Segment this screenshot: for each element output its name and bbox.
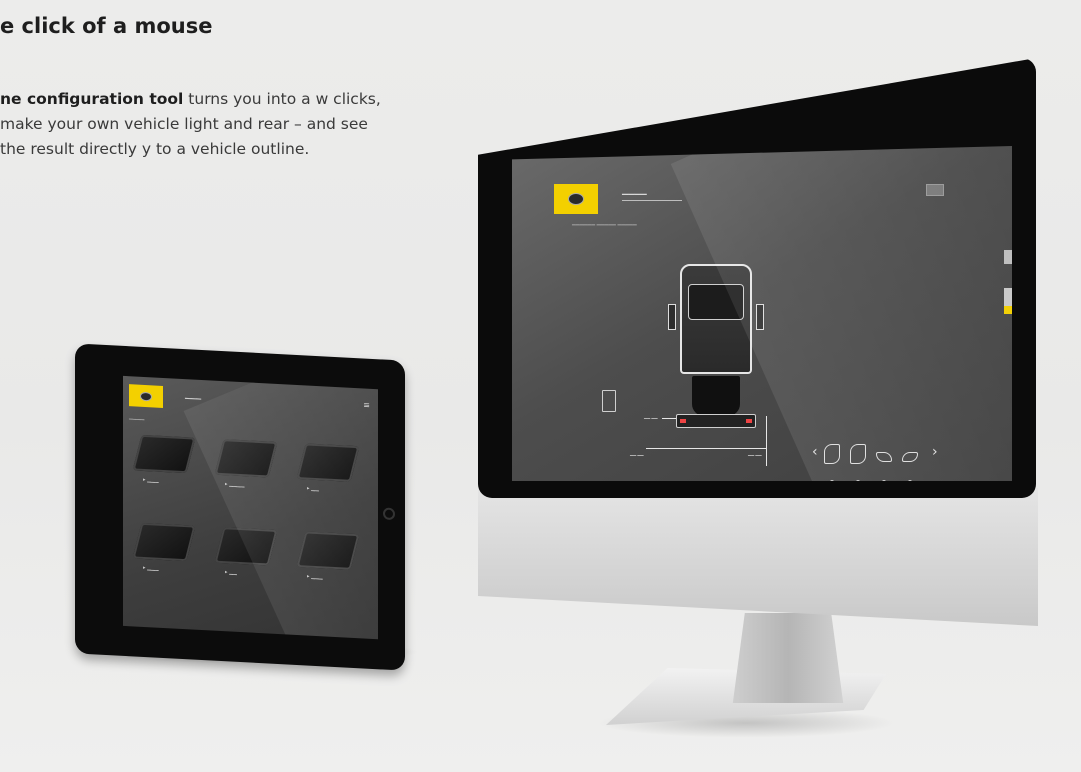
tablet-screen: ▁▁▁ ≡ ▁▁▁▁ ▸ ▁▁▁ ▸ ▁▁▁▁ ▸ ▁▁ ▸ ▁▁▁ ▸ ▁▁ …	[123, 375, 378, 640]
tablet-body: ▁▁▁ ≡ ▁▁▁▁ ▸ ▁▁▁ ▸ ▁▁▁▁ ▸ ▁▁ ▸ ▁▁▁ ▸ ▁▁ …	[75, 343, 405, 671]
app-title-underline	[622, 200, 682, 201]
dimension-line-left	[662, 418, 676, 419]
section-heading: e click of a mouse	[0, 14, 213, 38]
monitor-screen: ▁▁▁▁ ▁▁▁▁▁▁ ▁▁▁▁▁ ▁▁▁▁▁ ▁▁ ▁▁ ▁▁ ▁▁ ▁▁ ▁…	[512, 146, 1012, 481]
tablet-subtitle: ▁▁▁▁	[129, 414, 145, 421]
section-body-lead: ne configuration tool	[0, 90, 184, 108]
monitor-stand	[732, 613, 844, 703]
tablet-app-title: ▁▁▁	[185, 391, 202, 400]
tablet-glare	[183, 375, 378, 640]
tablet-device: ▁▁▁ ≡ ▁▁▁▁ ▸ ▁▁▁ ▸ ▁▁▁▁ ▸ ▁▁ ▸ ▁▁▁ ▸ ▁▁ …	[75, 343, 405, 671]
dimension-label-bottom-left: ▁▁ ▁▁	[630, 451, 644, 456]
section-body: ne configuration tool turns you into a w…	[0, 87, 395, 162]
hella-logo-icon	[129, 384, 163, 408]
dimension-label-left: ▁▁ ▁▁	[644, 414, 658, 419]
dimension-label-bottom-right: ▁▁ ▁▁	[748, 451, 762, 456]
app-subtitle: ▁▁▁▁▁▁ ▁▁▁▁▁ ▁▁▁▁▁	[572, 220, 637, 226]
home-button-icon[interactable]	[383, 507, 395, 521]
dimension-line-bottom	[646, 448, 766, 449]
hella-logo-icon	[554, 184, 598, 214]
trash-bin-icon[interactable]	[602, 390, 616, 412]
app-title: ▁▁▁▁	[622, 186, 647, 195]
product-tile-1[interactable]: ▸ ▁▁▁	[129, 428, 199, 498]
dimension-line-right	[766, 416, 767, 466]
product-tile-4[interactable]: ▸ ▁▁▁	[129, 516, 199, 586]
